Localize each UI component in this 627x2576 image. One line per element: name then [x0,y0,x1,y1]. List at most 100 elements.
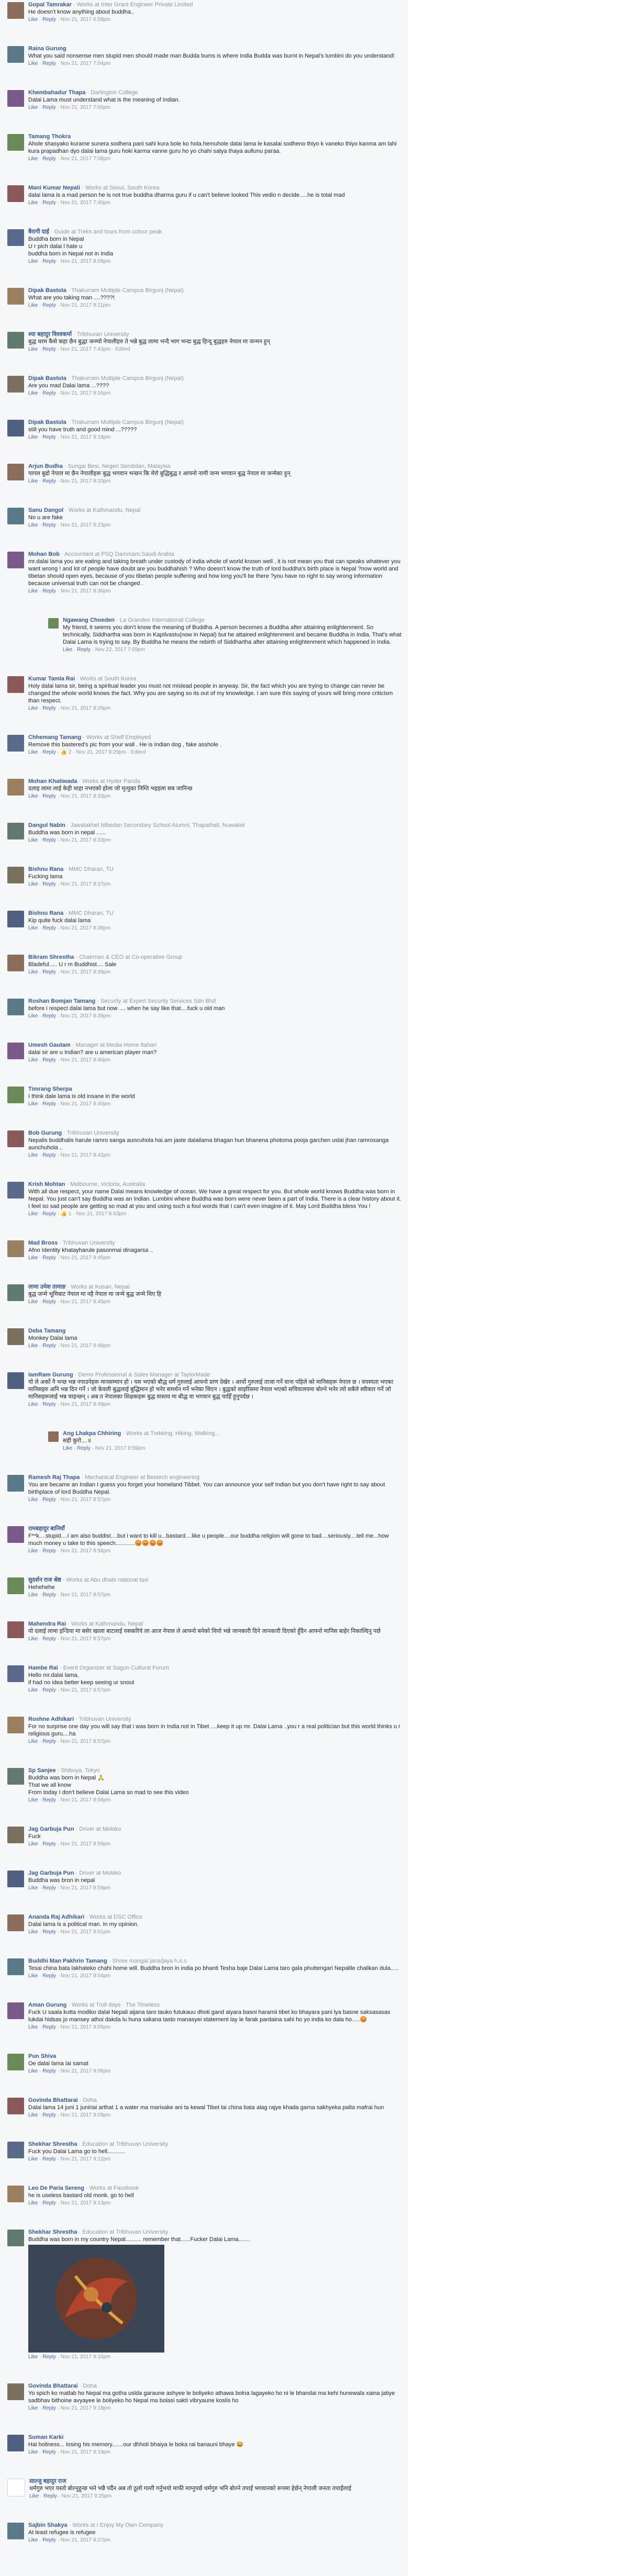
commenter-name-link[interactable]: Mani Kumar Nepali [28,185,80,191]
reply-link[interactable]: Reply [42,2537,56,2543]
reply-link[interactable]: Reply [42,259,56,264]
like-link[interactable]: Like [28,925,38,931]
commenter-name-link[interactable]: Sanu Dangol [28,507,63,513]
avatar[interactable] [7,1182,24,1199]
comment-timestamp[interactable]: Nov 21, 2017 8:39pm [61,969,111,975]
avatar[interactable] [7,2002,24,2019]
reply-link[interactable]: Reply [77,647,91,653]
like-link[interactable]: Like [28,2537,38,2543]
like-link[interactable]: Like [28,1687,38,1693]
comment-timestamp[interactable]: Nov 21, 2017 8:45pm [61,1299,111,1305]
avatar[interactable] [7,508,24,524]
reply-link[interactable]: Reply [42,1497,56,1503]
avatar[interactable] [7,332,24,349]
comment-timestamp[interactable]: Nov 21, 2017 9:18pm [61,2405,111,2411]
commenter-name-link[interactable]: Bishnu Rana [28,910,63,916]
comment-timestamp[interactable]: Nov 21, 2017 9:09pm [61,2112,111,2118]
reply-link[interactable]: Reply [42,2068,56,2074]
reply-link[interactable]: Reply [42,969,56,975]
comment-timestamp[interactable]: Nov 21, 2017 8:33pm [61,793,111,799]
avatar[interactable] [7,90,24,107]
commenter-name-link[interactable]: Dipak Bastola [28,419,66,425]
comment-timestamp[interactable]: Nov 21, 2017 8:29pm [61,705,111,711]
commenter-name-link[interactable]: Ananda Raj Adhikari [28,1914,84,1920]
avatar[interactable] [7,185,24,202]
avatar[interactable] [48,618,59,629]
avatar[interactable] [7,2098,24,2114]
reply-link[interactable]: Reply [42,1841,56,1847]
avatar[interactable] [7,823,24,839]
like-link[interactable]: Like [28,1255,38,1261]
like-link[interactable]: Like [28,1211,38,1217]
reply-link[interactable]: Reply [77,1446,91,1451]
commenter-name-link[interactable]: Chhemang Tamang [28,734,81,741]
like-link[interactable]: Like [28,588,38,594]
commenter-name-link[interactable]: Mohan Khatiwada [28,778,77,785]
commenter-name-link[interactable]: Khembahadur Thapa [28,89,85,96]
avatar[interactable] [7,229,24,246]
like-link[interactable]: Like [29,2493,39,2499]
reply-link[interactable]: Reply [42,2354,56,2360]
comment-timestamp[interactable]: Nov 21, 2017 8:57pm [61,1687,111,1693]
comment-timestamp[interactable]: Nov 21, 2017 8:40pm [61,1057,111,1063]
avatar[interactable] [7,1043,24,1059]
commenter-name-link[interactable]: Jag Garbuja Pun [28,1870,74,1876]
reply-link[interactable]: Reply [42,2112,56,2118]
avatar[interactable] [7,911,24,927]
avatar[interactable] [7,1240,24,1257]
commenter-name-link[interactable]: Govinda Bhattarai [28,2097,78,2103]
like-link[interactable]: Like [28,2405,38,2411]
avatar[interactable] [7,376,24,393]
commenter-name-link[interactable]: Sajbin Shakya [28,2522,68,2528]
like-link[interactable]: Like [28,200,38,206]
commenter-name-link[interactable]: Arjun Budha [28,463,63,469]
reply-link[interactable]: Reply [42,881,56,887]
reply-link[interactable]: Reply [42,749,56,755]
reply-link[interactable]: Reply [42,1592,56,1598]
avatar[interactable] [7,1827,24,1843]
commenter-name-link[interactable]: Hambe Rai [28,1665,58,1671]
commenter-name-link[interactable]: Sp Sanjee [28,1767,56,1774]
reply-link[interactable]: Reply [42,17,56,23]
like-link[interactable]: Like [28,881,38,887]
reply-link[interactable]: Reply [42,1885,56,1891]
like-link[interactable]: Like [28,2354,38,2360]
commenter-name-link[interactable]: श्या बहादुर विश्वकर्मा [28,331,72,338]
reply-link[interactable]: Reply [42,705,56,711]
reply-link[interactable]: Reply [42,1973,56,1979]
like-link[interactable]: Like [28,61,38,66]
comment-timestamp[interactable]: Nov 21, 2017 8:45pm [61,1255,111,1261]
commenter-name-link[interactable]: Raina Gurung [28,46,66,52]
avatar[interactable] [7,1665,24,1682]
avatar[interactable] [48,1431,59,1442]
commenter-name-link[interactable]: लामा उमेश तामाङ [28,1284,66,1290]
reply-link[interactable]: Reply [42,2024,56,2030]
avatar[interactable] [7,2435,24,2451]
like-link[interactable]: Like [28,156,38,162]
comment-timestamp[interactable]: Nov 21, 2017 8:20pm [61,478,111,484]
avatar[interactable] [7,1130,24,1147]
like-link[interactable]: Like [28,1548,38,1554]
commenter-name-link[interactable]: Shekhar Shrestha [28,2141,77,2147]
avatar[interactable] [7,552,24,568]
commenter-name-link[interactable]: Ramesh Raj Thapa [28,1474,80,1481]
reply-link[interactable]: Reply [42,837,56,843]
comment-timestamp[interactable]: Nov 21, 2017 6:58pm [61,17,111,23]
avatar[interactable] [7,867,24,883]
like-link[interactable]: Like [63,647,72,653]
commenter-name-link[interactable]: Ngawang Choeden [63,617,115,623]
avatar[interactable] [7,2523,24,2539]
reply-link[interactable]: Reply [42,1211,56,1217]
commenter-name-link[interactable]: IamRam Gurung [28,1372,73,1378]
commenter-name-link[interactable]: साल्जु बहादुर राज [29,2478,66,2484]
like-count[interactable]: 2 [69,749,72,755]
commenter-name-link[interactable]: Jag Garbuja Pun [28,1826,74,1832]
like-link[interactable]: Like [28,2068,38,2074]
like-link[interactable]: Like [28,793,38,799]
comment-timestamp[interactable]: Nov 21, 2017 7:43pm · Edited [61,346,130,352]
like-link[interactable]: Like [28,2156,38,2162]
avatar[interactable] [7,1914,24,1931]
comment-timestamp[interactable]: Nov 21, 2017 7:04pm [61,61,111,66]
comment-timestamp[interactable]: Nov 21, 2017 9:04pm [61,1973,111,1979]
comment-timestamp[interactable]: Nov 21, 2017 8:18pm [61,434,111,440]
